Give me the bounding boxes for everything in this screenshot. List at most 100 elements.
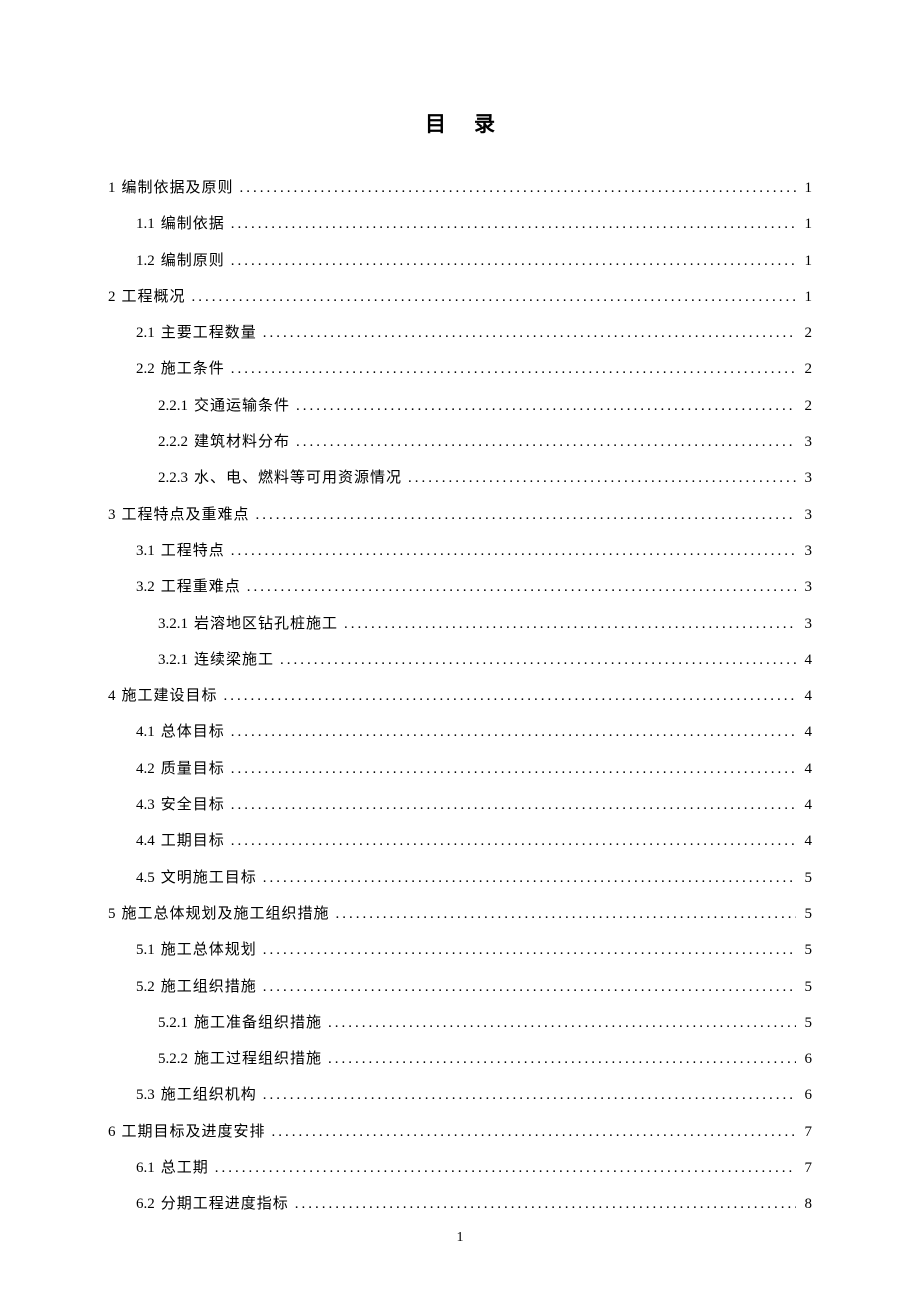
- toc-entry-label: 安全目标: [161, 787, 225, 823]
- toc-entry-label: 连续梁施工: [194, 642, 274, 678]
- toc-entry-label: 分期工程进度指标: [161, 1186, 289, 1222]
- toc-entry-number: 2.1: [136, 315, 155, 351]
- toc-entry-label: 建筑材料分布: [194, 424, 290, 460]
- toc-entry: 6.2 分期工程进度指标 8: [108, 1186, 812, 1222]
- toc-entry-number: 6.2: [136, 1186, 155, 1222]
- toc-entry-label: 工程特点及重难点: [122, 497, 250, 533]
- toc-leader-dots: [231, 243, 796, 279]
- toc-entry-number: 2.2: [136, 351, 155, 387]
- toc-entry: 5.1施工总体规划5: [108, 932, 812, 968]
- toc-leader-dots: [240, 170, 796, 206]
- toc-entry-label: 岩溶地区钻孔桩施工: [194, 606, 338, 642]
- toc-leader-dots: [296, 388, 796, 424]
- toc-entry: 1编制依据及原则1: [108, 170, 812, 206]
- toc-entry-page: 5: [800, 896, 812, 932]
- toc-entry: 1.1编制依据1: [108, 206, 812, 242]
- toc-entry-page: 5: [800, 860, 812, 896]
- toc-leader-dots: [231, 787, 796, 823]
- toc-entry-number: 6: [108, 1114, 116, 1150]
- toc-leader-dots: [344, 606, 796, 642]
- toc-entry: 5施工总体规划及施工组织措施5: [108, 896, 812, 932]
- toc-entry: 2.2.1交通运输条件 2: [108, 388, 812, 424]
- toc-entry: 2.2.2建筑材料分布3: [108, 424, 812, 460]
- toc-entry-number: 4.5: [136, 860, 155, 896]
- toc-entry-label: 主要工程数量: [161, 315, 257, 351]
- toc-entry-page: 5: [800, 1005, 812, 1041]
- toc-entry-label: 总体目标: [161, 714, 225, 750]
- toc-entry-label: 施工总体规划: [161, 932, 257, 968]
- toc-entry-number: 5.2: [136, 969, 155, 1005]
- toc-entry-label: 施工组织措施: [161, 969, 257, 1005]
- toc-entry-label: 施工准备组织措施: [194, 1005, 322, 1041]
- toc-entry-label: 编制依据及原则: [122, 170, 234, 206]
- toc-entry: 6.1总工期7: [108, 1150, 812, 1186]
- toc-entry-label: 工期目标及进度安排: [122, 1114, 266, 1150]
- toc-entry: 5.2.2施工过程组织措施6: [108, 1041, 812, 1077]
- toc-entry-label: 水、电、燃料等可用资源情况: [194, 460, 402, 496]
- toc-entry-number: 4.1: [136, 714, 155, 750]
- toc-entry-label: 施工建设目标: [122, 678, 218, 714]
- toc-entry-page: 3: [800, 533, 812, 569]
- toc-entry: 5.3施工组织机构6: [108, 1077, 812, 1113]
- toc-entry-page: 4: [800, 787, 812, 823]
- toc-entry-number: 1.2: [136, 243, 155, 279]
- toc-leader-dots: [231, 751, 796, 787]
- toc-entry-label: 工程特点: [161, 533, 225, 569]
- toc-leader-dots: [263, 860, 796, 896]
- toc-leader-dots: [408, 460, 796, 496]
- toc-leader-dots: [215, 1150, 796, 1186]
- toc-leader-dots: [295, 1186, 796, 1222]
- toc-entry-label: 施工条件: [161, 351, 225, 387]
- toc-entry-number: 4: [108, 678, 116, 714]
- toc-entry-number: 2.2.1: [158, 388, 188, 424]
- toc-entry-label: 编制原则: [161, 243, 225, 279]
- toc-leader-dots: [231, 533, 796, 569]
- toc-entry: 3.1 工程特点 3: [108, 533, 812, 569]
- toc-entry-page: 4: [800, 823, 812, 859]
- toc-entry-page: 8: [800, 1186, 812, 1222]
- toc-leader-dots: [296, 424, 796, 460]
- toc-entry-page: 2: [800, 388, 812, 424]
- toc-entry-page: 5: [800, 969, 812, 1005]
- toc-entry-label: 交通运输条件: [194, 388, 290, 424]
- toc-entry-number: 5.3: [136, 1077, 155, 1113]
- toc-entry-page: 2: [800, 315, 812, 351]
- toc-entry-number: 5.2.2: [158, 1041, 188, 1077]
- toc-entry: 4.2质量目标4: [108, 751, 812, 787]
- toc-entry-label: 总工期: [161, 1150, 209, 1186]
- toc-entry-page: 4: [800, 678, 812, 714]
- toc-leader-dots: [263, 969, 796, 1005]
- toc-entry: 2.1 主要工程数量 2: [108, 315, 812, 351]
- toc-entry-number: 3.2.1: [158, 606, 188, 642]
- toc-entry-page: 4: [800, 751, 812, 787]
- toc-entry-number: 4.4: [136, 823, 155, 859]
- toc-leader-dots: [256, 497, 796, 533]
- toc-entry: 2.2.3水、电、燃料等可用资源情况 3: [108, 460, 812, 496]
- toc-entry-number: 4.2: [136, 751, 155, 787]
- toc-leader-dots: [224, 678, 796, 714]
- toc-entry-page: 4: [800, 642, 812, 678]
- toc-entry: 4施工建设目标4: [108, 678, 812, 714]
- toc-leader-dots: [263, 315, 796, 351]
- toc-entry-page: 6: [800, 1041, 812, 1077]
- toc-entry: 6工期目标及进度安排7: [108, 1114, 812, 1150]
- toc-entry-number: 3.1: [136, 533, 155, 569]
- toc-entry-number: 2.2.3: [158, 460, 188, 496]
- toc-entry: 4.1总体目标4: [108, 714, 812, 750]
- toc-entry-number: 3.2: [136, 569, 155, 605]
- toc-entry: 3.2.1连续梁施工 4: [108, 642, 812, 678]
- toc-entry: 1.2编制原则1: [108, 243, 812, 279]
- toc-entry-number: 3: [108, 497, 116, 533]
- toc-leader-dots: [231, 714, 796, 750]
- toc-entry-number: 5.2.1: [158, 1005, 188, 1041]
- toc-entry: 4.3安全目标4: [108, 787, 812, 823]
- toc-leader-dots: [231, 823, 796, 859]
- toc-leader-dots: [328, 1041, 796, 1077]
- toc-entry-number: 3.2.1: [158, 642, 188, 678]
- toc-entry: 4.5文明施工目标5: [108, 860, 812, 896]
- toc-entry: 3工程特点及重难点3: [108, 497, 812, 533]
- toc-leader-dots: [328, 1005, 796, 1041]
- toc-leader-dots: [192, 279, 796, 315]
- toc-entry-page: 3: [800, 460, 812, 496]
- toc-entry-page: 1: [800, 170, 812, 206]
